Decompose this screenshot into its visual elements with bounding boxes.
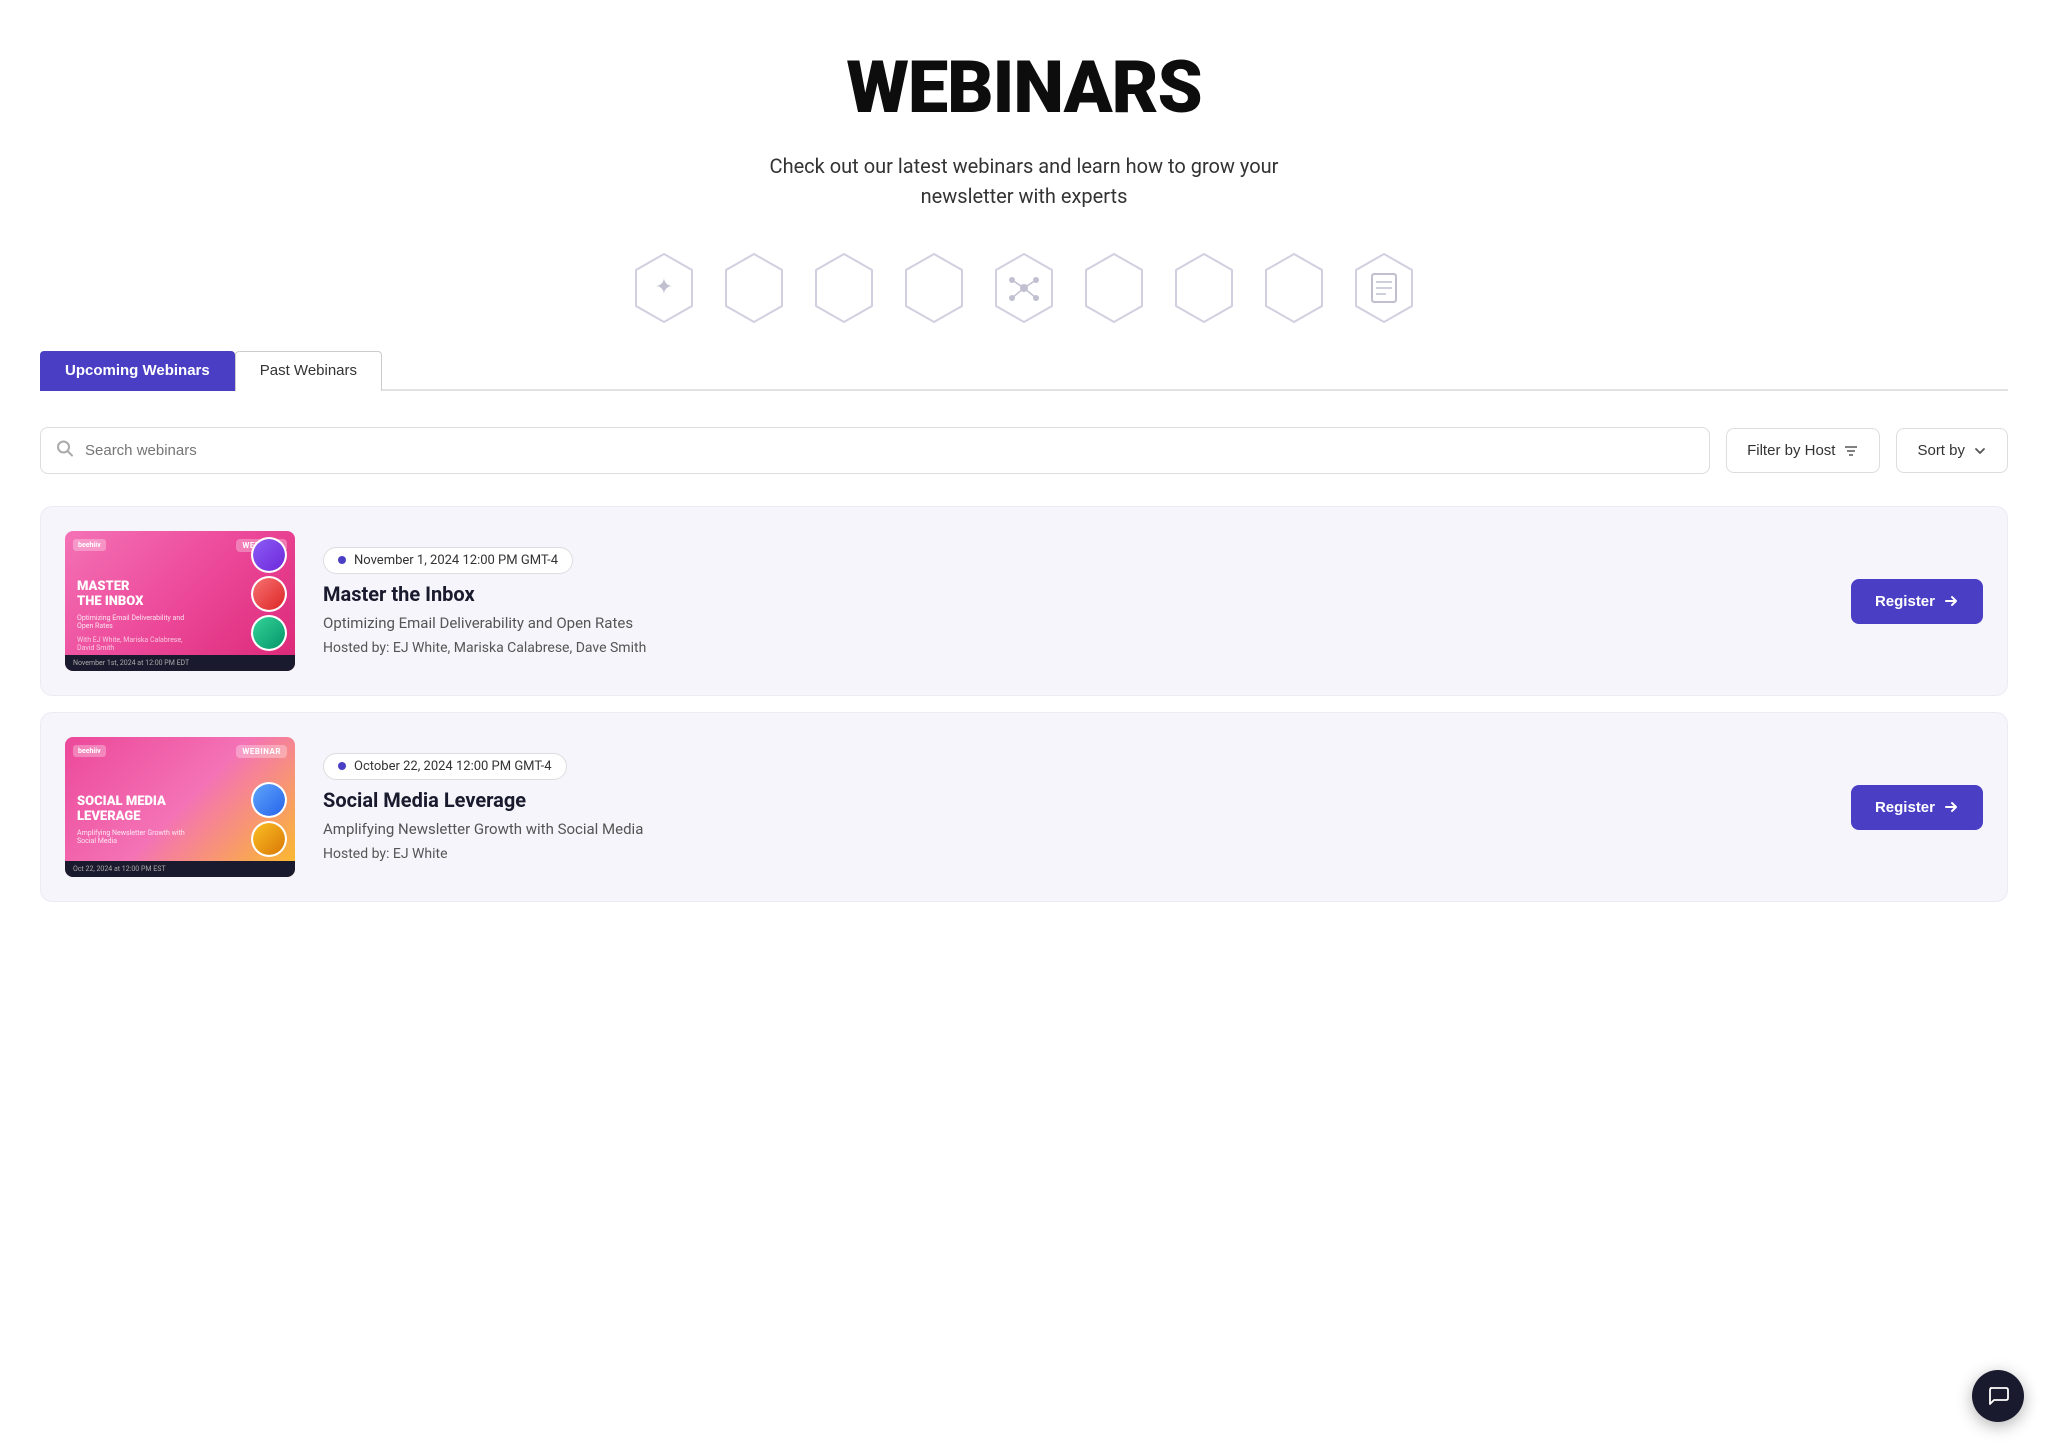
thumb-avatar-1a bbox=[251, 537, 287, 573]
search-input[interactable] bbox=[40, 427, 1710, 474]
hosts-list-2: EJ White bbox=[393, 846, 448, 862]
thumb-badge-2: WEBINAR bbox=[236, 745, 287, 758]
thumb-avatar-2b bbox=[251, 821, 287, 857]
card-title-1: Master the Inbox bbox=[323, 582, 1823, 606]
date-dot-2 bbox=[338, 762, 346, 770]
hex-icon-network bbox=[979, 243, 1069, 333]
card-subtitle-2: Amplifying Newsletter Growth with Social… bbox=[323, 820, 1823, 838]
date-badge-1: November 1, 2024 12:00 PM GMT-4 bbox=[323, 547, 573, 574]
date-dot-1 bbox=[338, 556, 346, 564]
webinar-card-social-media: beehiiv WEBINAR SOCIAL MEDIA LEVERAGE Am… bbox=[40, 712, 2008, 902]
hex-icon-3 bbox=[799, 243, 889, 333]
hex-icon-document bbox=[1339, 243, 1429, 333]
date-badge-2: October 22, 2024 12:00 PM GMT-4 bbox=[323, 753, 567, 780]
hosted-by-label-1: Hosted by: bbox=[323, 640, 389, 656]
register-button-2[interactable]: Register bbox=[1851, 785, 1983, 830]
filter-icon bbox=[1843, 443, 1859, 459]
card-title-2: Social Media Leverage bbox=[323, 788, 1823, 812]
tab-past[interactable]: Past Webinars bbox=[235, 351, 382, 391]
hex-icon-6 bbox=[1069, 243, 1159, 333]
card-thumbnail-social-media: beehiiv WEBINAR SOCIAL MEDIA LEVERAGE Am… bbox=[65, 737, 295, 877]
webinar-card-master-inbox: beehiiv WEBINAR MASTER THE INBOX Optimiz… bbox=[40, 506, 2008, 696]
filter-host-button[interactable]: Filter by Host bbox=[1726, 428, 1880, 473]
svg-text:✦: ✦ bbox=[655, 275, 673, 300]
card-info-master-inbox: November 1, 2024 12:00 PM GMT-4 Master t… bbox=[323, 547, 1823, 656]
page-title: WEBINARS bbox=[40, 48, 2008, 127]
chat-bubble[interactable] bbox=[1972, 1370, 2024, 1422]
hex-icon-2 bbox=[709, 243, 799, 333]
chat-icon bbox=[1986, 1384, 2010, 1408]
date-text-1: November 1, 2024 12:00 PM GMT-4 bbox=[354, 553, 558, 568]
thumb-avatars-1 bbox=[251, 537, 287, 651]
arrow-right-icon-2 bbox=[1943, 799, 1959, 815]
filter-host-label: Filter by Host bbox=[1747, 442, 1835, 459]
date-text-2: October 22, 2024 12:00 PM GMT-4 bbox=[354, 759, 552, 774]
controls-bar: Filter by Host Sort by bbox=[0, 391, 2048, 498]
chevron-down-icon bbox=[1973, 444, 1987, 458]
hero-subtitle: Check out our latest webinars and learn … bbox=[724, 151, 1324, 211]
card-thumbnail-master-inbox: beehiiv WEBINAR MASTER THE INBOX Optimiz… bbox=[65, 531, 295, 671]
hosted-by-label-2: Hosted by: bbox=[323, 846, 389, 862]
hex-icon-8 bbox=[1249, 243, 1339, 333]
search-wrapper bbox=[40, 427, 1710, 474]
hosts-list-1: EJ White, Mariska Calabrese, Dave Smith bbox=[393, 640, 646, 656]
thumb-avatar-1c bbox=[251, 615, 287, 651]
hex-icon-magic: ✦ bbox=[619, 243, 709, 333]
register-label-2: Register bbox=[1875, 799, 1935, 816]
thumb-logo-2: beehiiv bbox=[73, 745, 106, 757]
search-icon bbox=[56, 439, 74, 462]
tab-upcoming[interactable]: Upcoming Webinars bbox=[40, 351, 235, 391]
thumb-subtitle-1: Optimizing Email Deliverability and Open… bbox=[77, 614, 197, 630]
sort-label: Sort by bbox=[1917, 442, 1965, 459]
register-label-1: Register bbox=[1875, 593, 1935, 610]
thumb-avatars-2 bbox=[251, 782, 287, 857]
register-button-1[interactable]: Register bbox=[1851, 579, 1983, 624]
card-subtitle-1: Optimizing Email Deliverability and Open… bbox=[323, 614, 1823, 632]
arrow-right-icon-1 bbox=[1943, 593, 1959, 609]
thumb-date-2: Oct 22, 2024 at 12:00 PM EST bbox=[65, 861, 295, 877]
sort-button[interactable]: Sort by bbox=[1896, 428, 2008, 473]
thumb-date-1: November 1st, 2024 at 12:00 PM EDT bbox=[65, 655, 295, 671]
thumb-avatar-1b bbox=[251, 576, 287, 612]
webinars-list: beehiiv WEBINAR MASTER THE INBOX Optimiz… bbox=[0, 498, 2048, 942]
card-info-social-media: October 22, 2024 12:00 PM GMT-4 Social M… bbox=[323, 753, 1823, 862]
card-hosts-1: Hosted by: EJ White, Mariska Calabrese, … bbox=[323, 640, 1823, 656]
hex-icon-4 bbox=[889, 243, 979, 333]
tabs-bar: Upcoming Webinars Past Webinars bbox=[40, 349, 2008, 391]
card-hosts-2: Hosted by: EJ White bbox=[323, 846, 1823, 862]
hex-icons-row: ✦ bbox=[0, 243, 2048, 333]
hex-icon-7 bbox=[1159, 243, 1249, 333]
hero-section: WEBINARS Check out our latest webinars a… bbox=[0, 0, 2048, 211]
thumb-avatar-2a bbox=[251, 782, 287, 818]
thumb-subtitle-2: Amplifying Newsletter Growth with Social… bbox=[77, 829, 187, 845]
thumb-logo-1: beehiiv bbox=[73, 539, 106, 551]
